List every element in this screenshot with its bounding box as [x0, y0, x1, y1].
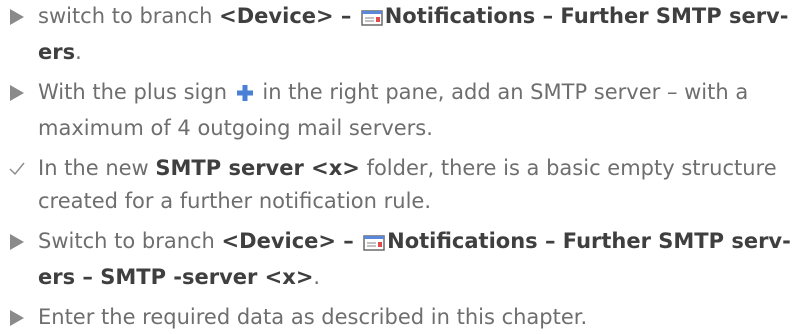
step-1-branch-path: Notifications – Further SMTP serv- [384, 4, 789, 28]
step-3-folder-name: SMTP server <x> [155, 156, 360, 180]
step-3-result: In the new SMTP server <x> folder, there… [0, 152, 791, 218]
step-4-branch-path: Notifications – Further SMTP serv- [387, 229, 791, 253]
step-4-branch-path-cont: ers – SMTP -server <x> [38, 265, 314, 289]
checkmark-icon [8, 152, 26, 185]
triangle-bullet-icon [8, 225, 26, 258]
step-3-text-b: folder, there is a basic empty structure [359, 156, 777, 180]
envelope-notification-icon [360, 3, 383, 36]
step-2-text-c: maximum of 4 outgoing mail servers. [38, 116, 433, 140]
step-1-branch-path-cont: ers [38, 40, 76, 64]
step-2: With the plus sign in the right pane, ad… [0, 76, 791, 145]
step-1-device-label: <Device> – [219, 4, 359, 28]
step-4: Switch to branch <Device> – Notification… [0, 225, 791, 294]
envelope-notification-icon [363, 228, 385, 261]
triangle-bullet-icon [8, 0, 26, 33]
step-4-text-a: Switch to branch [38, 229, 222, 253]
step-2-text-b: in the right pane, add an SMTP server – … [255, 80, 749, 104]
step-1: switch to branch <Device> – Notification… [0, 0, 791, 69]
step-1-text-a: switch to branch [38, 4, 220, 28]
step-1-text-b: . [75, 40, 82, 64]
step-4-text-b: . [313, 265, 321, 289]
step-3-text-c: created for a further notification rule. [38, 189, 432, 213]
step-4-device-label: <Device> – [221, 229, 362, 253]
triangle-bullet-icon [8, 76, 26, 109]
step-3-text-a: In the new [38, 156, 156, 180]
plus-icon [236, 79, 254, 112]
step-2-text-a: With the plus sign [38, 80, 234, 104]
instruction-list: switch to branch <Device> – Notification… [0, 0, 803, 334]
step-5-text: Enter the required data as described in … [38, 305, 588, 329]
